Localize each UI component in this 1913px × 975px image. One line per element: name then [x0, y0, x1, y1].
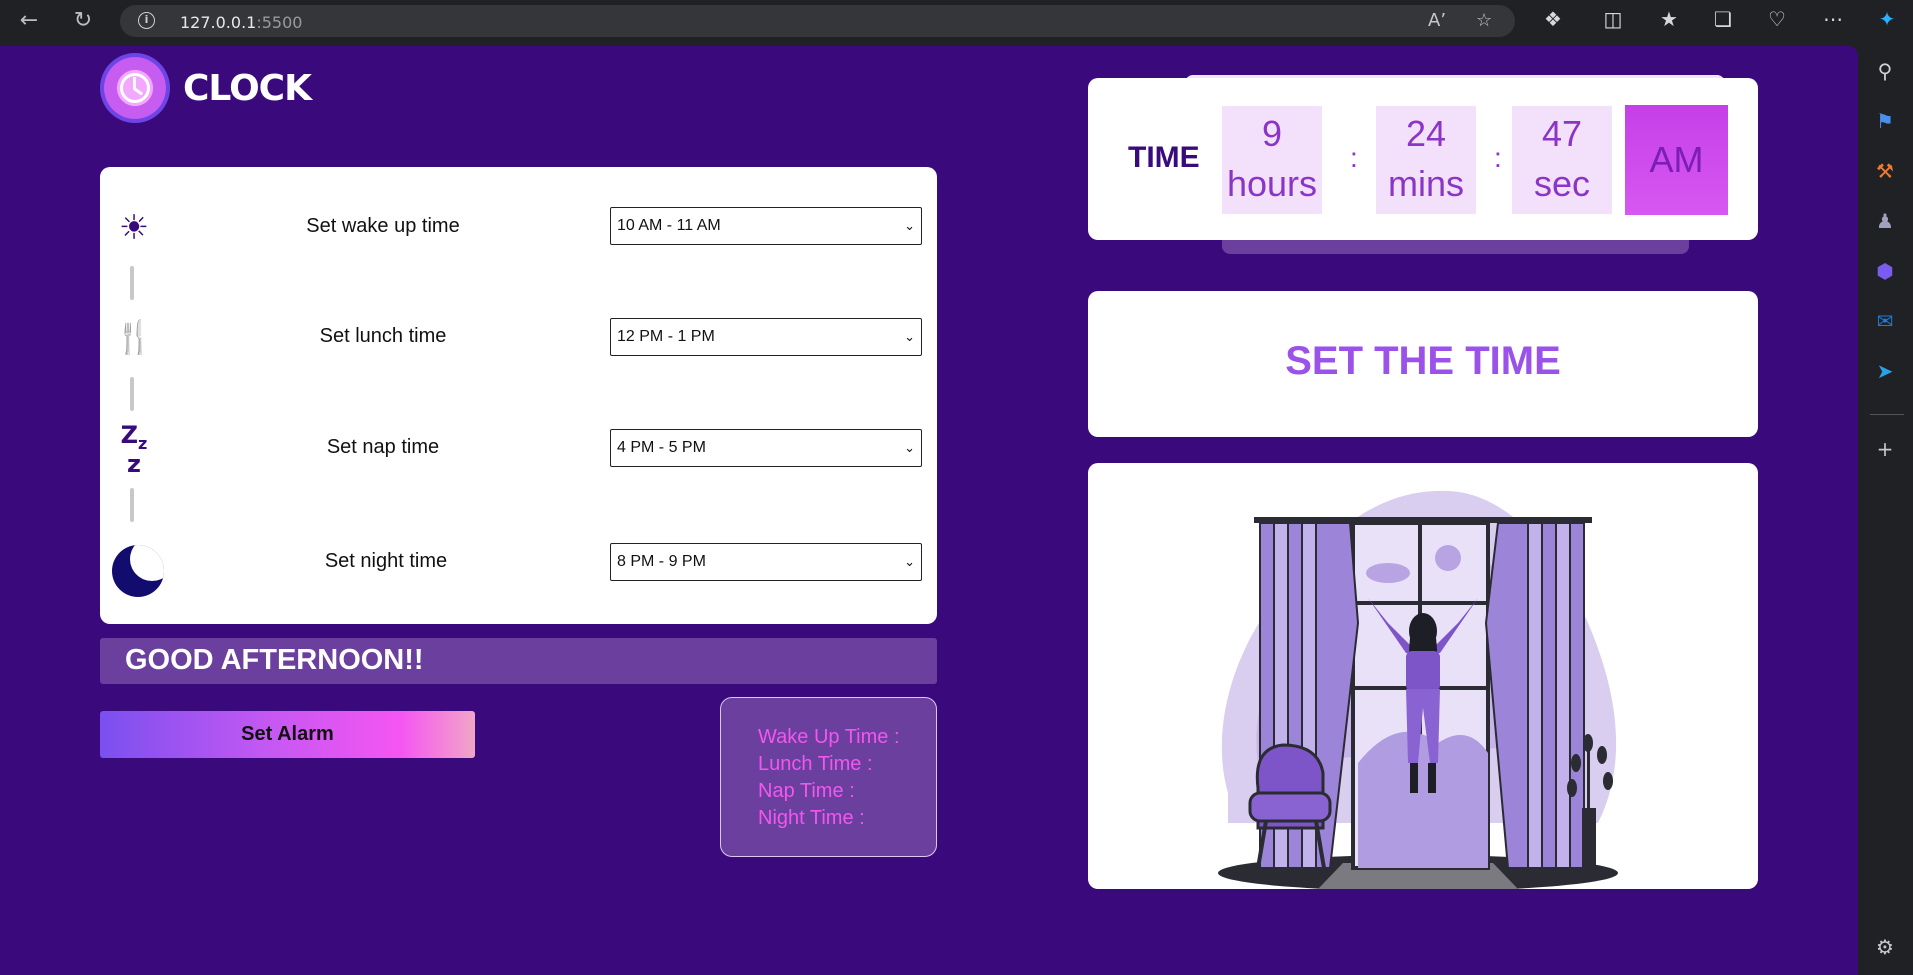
- favorites-icon[interactable]: ★: [1654, 7, 1684, 31]
- sidebar-divider: [1870, 414, 1904, 415]
- hours-unit: hours: [1226, 163, 1318, 204]
- outlook-icon[interactable]: ✉: [1870, 306, 1900, 336]
- lunch-summary: Lunch Time :: [758, 753, 873, 775]
- chevron-down-icon: ⌄: [904, 554, 915, 569]
- alarm-summary-box: Wake Up Time : Lunch Time : Nap Time : N…: [720, 697, 937, 857]
- add-icon[interactable]: +: [1870, 434, 1900, 464]
- mins-unit: mins: [1387, 163, 1464, 204]
- read-aloud-icon[interactable]: A’: [1428, 10, 1446, 31]
- browser-essentials-icon[interactable]: ♡: [1762, 7, 1792, 31]
- chevron-down-icon: ⌄: [904, 218, 915, 233]
- collections-icon[interactable]: ❏: [1708, 7, 1738, 31]
- sun-icon: ☀: [118, 208, 150, 248]
- timeline-connector: [130, 488, 134, 522]
- shopping-tag-icon[interactable]: ⚑: [1870, 106, 1900, 136]
- sec-box: 47 sec: [1512, 106, 1612, 214]
- set-time-card: SET THE TIME: [1088, 291, 1758, 437]
- timeline-connector: [130, 377, 134, 411]
- url-text[interactable]: 127.0.0.1:5500: [180, 13, 302, 32]
- greeting-banner: GOOD AFTERNOON!!: [100, 638, 937, 684]
- clock-logo-icon: [100, 53, 170, 123]
- hours-box: 9 hours: [1222, 106, 1322, 214]
- wake-up-label: Set wake up time: [306, 215, 460, 237]
- chevron-down-icon: ⌄: [904, 329, 915, 344]
- send-icon[interactable]: ➤: [1870, 356, 1900, 386]
- time-separator: :: [1494, 142, 1502, 173]
- mins-value: 24: [1405, 113, 1447, 154]
- moon-icon: [112, 545, 164, 597]
- timeline-connector: [130, 266, 134, 300]
- web-page: CLOCK ☀ Set wake up time 10 AM - 11 AM ⌄ …: [0, 46, 1858, 975]
- hours-value: 9: [1261, 113, 1283, 154]
- sec-value: 47: [1541, 113, 1583, 154]
- nap-summary: Nap Time :: [758, 780, 855, 802]
- games-icon[interactable]: ♟: [1870, 206, 1900, 236]
- night-label: Set night time: [324, 550, 448, 572]
- tools-icon[interactable]: ⚒: [1870, 156, 1900, 186]
- address-bar[interactable]: i 127.0.0.1:5500 A’ ☆: [120, 5, 1515, 37]
- time-label: TIME: [1128, 141, 1200, 174]
- browser-toolbar: ← ↻ i 127.0.0.1:5500 A’ ☆ ❖ ◫ ★ ❏ ♡ ⋯ ✦: [0, 0, 1913, 42]
- nap-label: Set nap time: [326, 436, 440, 458]
- fork-spoon-icon: 🍴: [114, 318, 154, 356]
- split-screen-icon[interactable]: ◫: [1598, 7, 1628, 31]
- more-menu-icon[interactable]: ⋯: [1818, 7, 1848, 31]
- extensions-icon[interactable]: ❖: [1538, 7, 1568, 31]
- set-time-title: SET THE TIME: [1285, 339, 1561, 383]
- back-arrow-icon[interactable]: ←: [14, 6, 44, 36]
- search-icon[interactable]: ⚲: [1870, 56, 1900, 86]
- browser-sidebar: ⚲ ⚑ ⚒ ♟ ⬢ ✉ ➤ + ⚙: [1858, 42, 1913, 975]
- illustration-card: [1088, 463, 1758, 889]
- greeting-text: GOOD AFTERNOON!!: [125, 644, 424, 676]
- wake-up-select[interactable]: 10 AM - 11 AM ⌄: [610, 207, 922, 245]
- set-alarm-button[interactable]: Set Alarm: [100, 711, 475, 758]
- site-info-icon[interactable]: i: [138, 12, 155, 29]
- microsoft-365-icon[interactable]: ⬢: [1870, 256, 1900, 286]
- brand-title: CLOCK: [183, 68, 312, 109]
- chevron-down-icon: ⌄: [904, 440, 915, 455]
- sec-unit: sec: [1533, 163, 1591, 204]
- time-separator: :: [1350, 142, 1358, 173]
- reload-icon[interactable]: ↻: [68, 6, 98, 36]
- zzz-icon: Zz z: [120, 421, 148, 478]
- night-select[interactable]: 8 PM - 9 PM ⌄: [610, 543, 922, 581]
- nap-select[interactable]: 4 PM - 5 PM ⌄: [610, 429, 922, 467]
- ampm-indicator: AM: [1625, 105, 1728, 215]
- favorite-star-icon[interactable]: ☆: [1476, 10, 1492, 31]
- copilot-icon[interactable]: ✦: [1872, 7, 1902, 31]
- schedule-card: ☀ Set wake up time 10 AM - 11 AM ⌄ 🍴 Set …: [100, 167, 937, 624]
- mins-box: 24 mins: [1376, 106, 1476, 214]
- night-summary: Night Time :: [758, 807, 865, 829]
- wake-up-summary: Wake Up Time :: [758, 726, 900, 748]
- lunch-select[interactable]: 12 PM - 1 PM ⌄: [610, 318, 922, 356]
- settings-gear-icon[interactable]: ⚙: [1870, 932, 1900, 962]
- woman-opening-curtains-illustration: [1218, 490, 1618, 889]
- time-card: TIME 9 hours : 24 mins : 47 sec AM: [1088, 78, 1758, 240]
- lunch-label: Set lunch time: [319, 325, 447, 347]
